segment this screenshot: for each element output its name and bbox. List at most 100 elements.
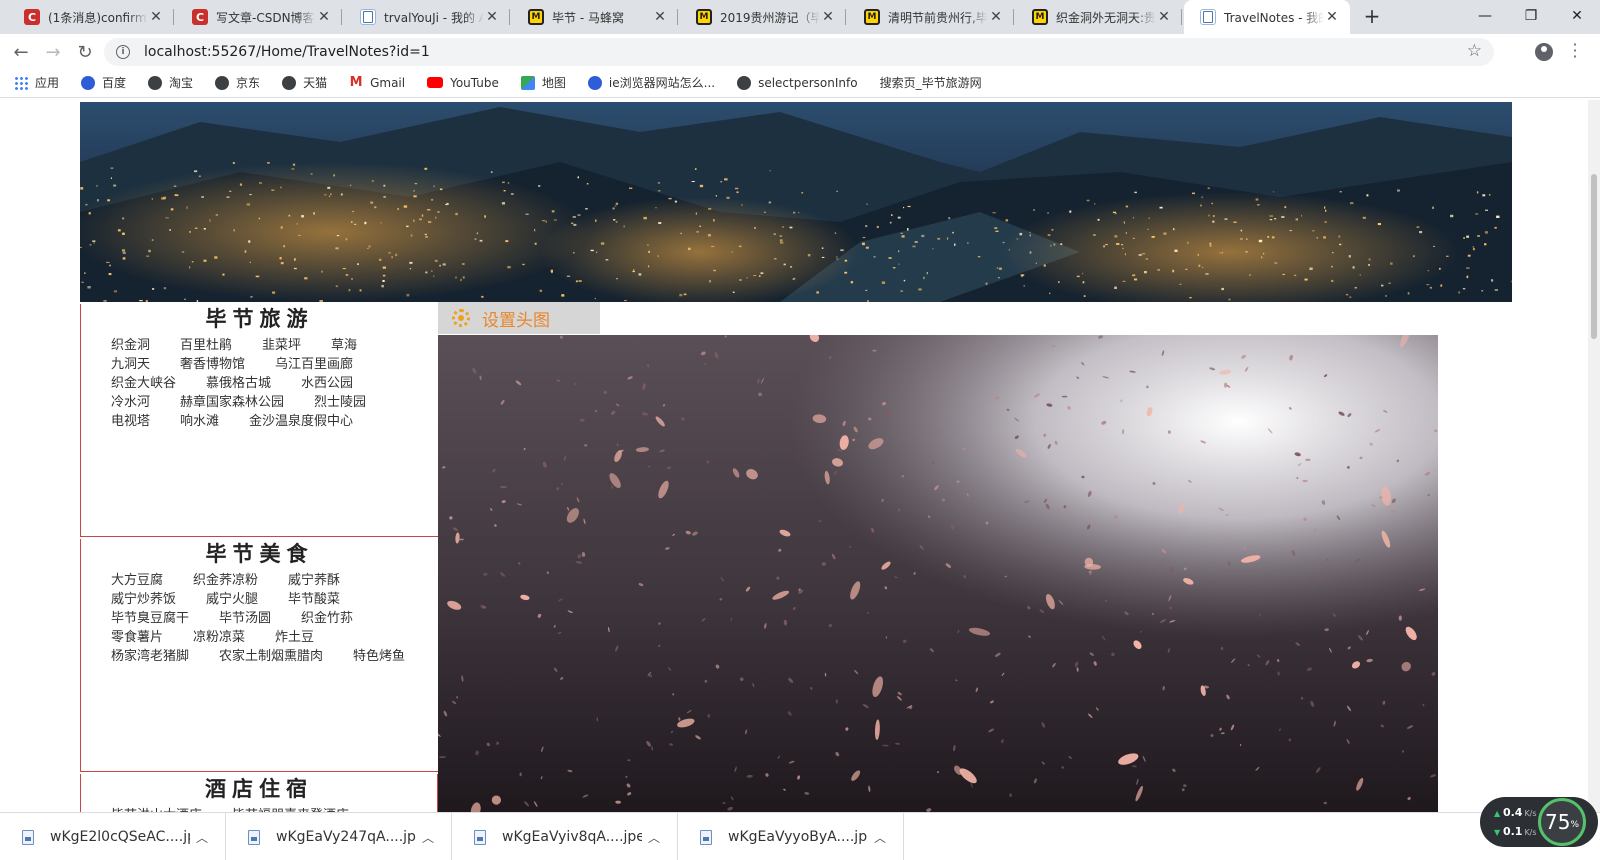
food-link[interactable]: 零食薯片 [111,626,163,645]
food-link[interactable]: 织金竹荪 [301,607,353,626]
tourism-link[interactable]: 乌江百里画廊 [275,353,353,372]
food-link[interactable]: 威宁荞酥 [288,569,340,588]
bookmark-label: 搜索页_毕节旅游网 [879,76,982,90]
food-link[interactable]: 毕节臭豆腐干 [111,607,189,626]
tourism-link[interactable]: 慕俄格古城 [206,372,271,391]
page-scrollbar[interactable] [1588,100,1600,812]
restore-button[interactable]: ❐ [1508,0,1554,32]
food-link[interactable]: 炸土豆 [275,626,314,645]
food-link[interactable]: 大方豆腐 [111,569,163,588]
tab-strip: C (1条消息)confirm 彩 ✕ C 写文章-CSDN博客 ✕ trval… [0,0,1600,34]
bookmark-maps[interactable]: 地图 [520,74,566,91]
star-icon[interactable]: ☆ [1467,41,1482,61]
tourism-link[interactable]: 奢香博物馆 [180,353,245,372]
link-row: 毕节臭豆腐干 毕节汤圆 织金竹荪 [111,607,438,626]
village-night-photo [80,102,1512,302]
tourism-link[interactable]: 草海 [331,334,357,353]
chevron-up-icon[interactable]: ︿ [422,829,434,846]
tab-bijie-mafengwo[interactable]: M 毕节 - 马蜂窝 ✕ [512,0,678,34]
food-link[interactable]: 特色烤鱼 [353,645,405,664]
minimize-button[interactable]: — [1462,0,1508,32]
bookmark-taobao[interactable]: 淘宝 [148,74,193,91]
tourism-link[interactable]: 烈士陵园 [314,391,366,410]
close-icon[interactable]: ✕ [316,9,332,25]
food-link[interactable]: 威宁炒荞饭 [111,588,176,607]
set-header-button[interactable]: 设置头图 [438,302,600,334]
bookmark-label: selectpersonInfo [758,75,858,90]
tourism-link[interactable]: 九洞天 [111,353,150,372]
tab-csdn-confirm[interactable]: C (1条消息)confirm 彩 ✕ [8,0,174,34]
chevron-up-icon[interactable]: ︿ [648,829,660,846]
close-icon[interactable]: ✕ [484,9,500,25]
food-link[interactable]: 杨家湾老猪脚 [111,645,189,664]
bookmark-apps[interactable]: 应用 [14,74,59,91]
tab-qingming[interactable]: M 清明节前贵州行,毕节 ✕ [848,0,1014,34]
globe-icon [148,75,163,90]
download-item[interactable]: wKgE2l0cQSeAC....jpg ︿ [0,813,226,860]
new-tab-button[interactable]: + [1360,5,1384,29]
scrollbar-thumb[interactable] [1591,174,1597,339]
menu-icon[interactable]: · · · [1570,37,1580,65]
back-button[interactable]: ← [8,39,34,65]
tab-travelnotes[interactable]: TravelNotes - 我的 ✕ [1184,0,1350,34]
bookmark-youtube[interactable]: YouTube [427,76,499,90]
tourism-link[interactable]: 百里杜鹃 [180,334,232,353]
food-link[interactable]: 毕节酸菜 [288,588,340,607]
download-item[interactable]: wKgEaVyyoByA....jpeg ︿ [678,813,904,860]
tourism-link[interactable]: 金沙温泉度假中心 [249,410,353,429]
tab-trvalyouji[interactable]: trvalYouJi - 我的 A ✕ [344,0,510,34]
tourism-link[interactable]: 电视塔 [111,410,150,429]
close-icon[interactable]: ✕ [1156,9,1172,25]
forward-button[interactable]: → [40,39,66,65]
hotel-links: 毕节洪山大酒店 毕节福朋喜来登酒店 [81,804,437,812]
baidu-icon [81,75,96,90]
food-links: 大方豆腐 织金荞凉粉 威宁荞酥威宁炒荞饭 威宁火腿 毕节酸菜毕节臭豆腐干 毕节汤圆 织金竹荪… [81,569,438,664]
food-link[interactable]: 毕节汤圆 [219,607,271,626]
gear-icon [452,309,470,327]
download-item[interactable]: wKgEaVy247qA....jpeg ︿ [226,813,452,860]
tab-zhijin-cave[interactable]: M 织金洞外无洞天:贵州 ✕ [1016,0,1182,34]
tourism-link[interactable]: 冷水河 [111,391,150,410]
profile-icon[interactable] [1535,43,1553,61]
close-icon[interactable]: ✕ [820,9,836,25]
close-icon[interactable]: ✕ [1324,9,1340,25]
hotels-link[interactable]: 毕节福朋喜来登酒店 [232,804,349,812]
bookmark-ie-question[interactable]: ie浏览器网站怎么... [587,74,715,91]
bookmark-baidu[interactable]: 百度 [81,74,126,91]
tab-csdn-write[interactable]: C 写文章-CSDN博客 ✕ [176,0,342,34]
tab-title: trvalYouJi - 我的 A [384,10,484,25]
close-icon[interactable]: ✕ [148,9,164,25]
tourism-link[interactable]: 韭菜坪 [262,334,301,353]
baidu-icon [587,75,602,90]
close-icon[interactable]: ✕ [988,9,1004,25]
address-bar[interactable]: i localhost:55267/Home/TravelNotes?id=1 … [104,38,1494,66]
hotels-link[interactable]: 毕节洪山大酒店 [111,804,202,812]
food-link[interactable]: 织金荞凉粉 [193,569,258,588]
bookmark-selectpersoninfo[interactable]: selectpersonInfo [737,75,858,90]
food-link[interactable]: 威宁火腿 [206,588,258,607]
reload-button[interactable]: ↻ [72,39,98,65]
url-text[interactable]: localhost:55267/Home/TravelNotes?id=1 [144,44,430,60]
tab-guizhou-2019[interactable]: M 2019贵州游记（毕节 ✕ [680,0,846,34]
bookmark-tmall[interactable]: 天猫 [282,74,327,91]
close-icon[interactable]: ✕ [652,9,668,25]
download-item[interactable]: wKgEaVyiv8qA....jpeg ︿ [452,813,678,860]
csdn-icon: C [192,9,208,25]
bookmark-gmail[interactable]: M Gmail [349,75,405,90]
tourism-link[interactable]: 水西公园 [301,372,353,391]
tourism-link[interactable]: 织金洞 [111,334,150,353]
info-icon[interactable]: i [116,45,130,59]
close-window-button[interactable]: ✕ [1554,0,1600,32]
link-row: 九洞天 奢香博物馆 乌江百里画廊 [111,353,438,372]
network-speed-widget[interactable]: 0.4K/s 0.1K/s 75% [1480,797,1598,847]
bookmark-jd[interactable]: 京东 [215,74,260,91]
chevron-up-icon[interactable]: ︿ [874,829,886,846]
globe-icon [282,75,297,90]
food-link[interactable]: 农家土制烟熏腊肉 [219,645,323,664]
chevron-up-icon[interactable]: ︿ [196,829,208,846]
tourism-link[interactable]: 响水滩 [180,410,219,429]
bookmark-search-page[interactable]: 搜索页_毕节旅游网 [0,74,982,182]
tourism-link[interactable]: 赫章国家森林公园 [180,391,284,410]
tourism-link[interactable]: 织金大峡谷 [111,372,176,391]
food-link[interactable]: 凉粉凉菜 [193,626,245,645]
